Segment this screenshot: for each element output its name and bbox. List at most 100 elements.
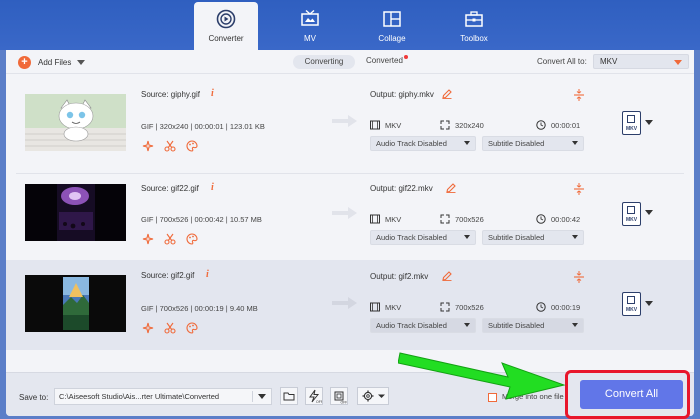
toolbar: + Add Files Converting Converted Convert… bbox=[6, 50, 694, 74]
source-info: GIF | 700x526 | 00:00:19 | 9.40 MB bbox=[141, 304, 258, 313]
format-badge: MKV bbox=[625, 307, 638, 313]
converter-panel: + Add Files Converting Converted Convert… bbox=[6, 50, 694, 416]
film-icon bbox=[627, 206, 635, 214]
hardware-accel-button[interactable]: OFF bbox=[305, 387, 323, 405]
chip-off-icon: OFF bbox=[334, 391, 348, 405]
output-resolution: 320x240 bbox=[455, 121, 484, 130]
clock-icon bbox=[536, 302, 546, 312]
output-format-button[interactable]: MKV bbox=[622, 111, 641, 135]
save-path-select[interactable]: C:\Aiseesoft Studio\Ais...rter Ultimate\… bbox=[54, 388, 272, 405]
chevron-down-icon[interactable] bbox=[77, 59, 86, 65]
svg-text:OFF: OFF bbox=[341, 401, 348, 405]
format-badge: MKV bbox=[625, 126, 638, 132]
chevron-down-icon bbox=[572, 323, 578, 327]
output-filename: Output: giphy.mkv bbox=[370, 90, 434, 99]
add-files-button[interactable]: + Add Files bbox=[18, 55, 86, 69]
tab-mv[interactable]: MV bbox=[278, 2, 342, 48]
cut-icon[interactable] bbox=[164, 140, 176, 152]
video-thumbnail[interactable] bbox=[25, 94, 126, 151]
enhance-icon[interactable] bbox=[142, 233, 154, 245]
output-format: MKV bbox=[385, 121, 402, 130]
audio-track-select[interactable]: Audio Track Disabled bbox=[370, 318, 476, 333]
rename-pencil-icon[interactable] bbox=[442, 89, 452, 99]
tab-converting[interactable]: Converting bbox=[293, 55, 355, 69]
output-resolution: 700x526 bbox=[455, 303, 484, 312]
notification-dot bbox=[404, 55, 408, 59]
file-row-selected: Source: gif2.gif i GIF | 700x526 | 00:00… bbox=[6, 260, 694, 350]
green-arrow-annotation bbox=[398, 352, 566, 400]
source-filename: Source: gif2.gif bbox=[141, 271, 195, 280]
output-duration: 00:00:42 bbox=[551, 215, 581, 224]
source-info: GIF | 700x526 | 00:00:42 | 10.57 MB bbox=[141, 215, 262, 224]
audio-track-select[interactable]: Audio Track Disabled bbox=[370, 136, 476, 151]
subtitle-value: Subtitle Disabled bbox=[488, 233, 545, 242]
tab-label: Converter bbox=[208, 34, 244, 43]
gpu-accel-button[interactable]: OFF bbox=[330, 387, 348, 405]
info-icon[interactable]: i bbox=[211, 88, 214, 99]
output-format-button[interactable]: MKV bbox=[622, 292, 641, 316]
video-thumbnail[interactable] bbox=[25, 275, 126, 332]
toolbox-icon bbox=[465, 11, 483, 27]
chevron-down-icon bbox=[258, 394, 266, 399]
arrow-right-icon bbox=[332, 115, 357, 127]
rename-pencil-icon[interactable] bbox=[446, 183, 456, 193]
resolution-icon bbox=[440, 302, 450, 312]
audio-track-select[interactable]: Audio Track Disabled bbox=[370, 230, 476, 245]
add-files-label: Add Files bbox=[38, 57, 72, 67]
film-icon bbox=[370, 214, 380, 224]
output-duration: 00:00:19 bbox=[551, 303, 581, 312]
tab-label: Toolbox bbox=[460, 34, 488, 43]
chevron-down-icon[interactable] bbox=[645, 301, 653, 306]
tab-converted[interactable]: Converted bbox=[366, 56, 403, 65]
clock-icon bbox=[536, 120, 546, 130]
film-icon bbox=[370, 120, 380, 130]
cut-icon[interactable] bbox=[164, 233, 176, 245]
film-icon bbox=[627, 115, 635, 123]
resolution-icon bbox=[440, 120, 450, 130]
info-icon[interactable]: i bbox=[211, 182, 214, 193]
chevron-down-icon bbox=[464, 141, 470, 145]
settings-button[interactable] bbox=[357, 387, 389, 405]
palette-icon[interactable] bbox=[186, 140, 198, 152]
subtitle-value: Subtitle Disabled bbox=[488, 139, 545, 148]
top-navigation: Converter MV Collage Toolbox bbox=[0, 0, 700, 50]
subtitle-select[interactable]: Subtitle Disabled bbox=[482, 318, 584, 333]
enhance-icon[interactable] bbox=[142, 322, 154, 334]
subtitle-value: Subtitle Disabled bbox=[488, 321, 545, 330]
highlight-box bbox=[565, 370, 690, 419]
format-value: MKV bbox=[600, 57, 618, 66]
arrow-right-icon bbox=[332, 207, 357, 219]
lightning-off-icon: OFF bbox=[309, 389, 323, 404]
output-format-button[interactable]: MKV bbox=[622, 202, 641, 226]
enhance-icon[interactable] bbox=[142, 140, 154, 152]
convert-all-format-select[interactable]: MKV bbox=[593, 54, 689, 69]
audio-track-value: Audio Track Disabled bbox=[376, 233, 447, 242]
convert-all-to-label: Convert All to: bbox=[537, 57, 587, 66]
arrow-right-icon bbox=[332, 297, 357, 309]
subtitle-select[interactable]: Subtitle Disabled bbox=[482, 136, 584, 151]
open-folder-button[interactable] bbox=[280, 387, 298, 405]
concert-thumbnail-image bbox=[25, 184, 126, 241]
output-filename: Output: gif22.mkv bbox=[370, 184, 433, 193]
palette-icon[interactable] bbox=[186, 233, 198, 245]
chevron-down-icon[interactable] bbox=[645, 120, 653, 125]
film-icon bbox=[370, 302, 380, 312]
compress-icon[interactable] bbox=[574, 89, 584, 101]
format-badge: MKV bbox=[625, 217, 638, 223]
subtitle-select[interactable]: Subtitle Disabled bbox=[482, 230, 584, 245]
tab-toolbox[interactable]: Toolbox bbox=[442, 2, 506, 48]
compress-icon[interactable] bbox=[574, 183, 584, 195]
mv-icon bbox=[301, 9, 319, 26]
tab-collage[interactable]: Collage bbox=[360, 2, 424, 48]
video-thumbnail[interactable] bbox=[25, 184, 126, 241]
film-icon bbox=[627, 296, 635, 304]
chevron-down-icon[interactable] bbox=[645, 210, 653, 215]
info-icon[interactable]: i bbox=[206, 269, 209, 280]
cut-icon[interactable] bbox=[164, 322, 176, 334]
palette-icon[interactable] bbox=[186, 322, 198, 334]
compress-icon[interactable] bbox=[574, 271, 584, 283]
source-filename: Source: giphy.gif bbox=[141, 90, 200, 99]
output-filename: Output: gif2.mkv bbox=[370, 272, 429, 281]
tab-converter[interactable]: Converter bbox=[194, 2, 258, 50]
rename-pencil-icon[interactable] bbox=[442, 271, 452, 281]
